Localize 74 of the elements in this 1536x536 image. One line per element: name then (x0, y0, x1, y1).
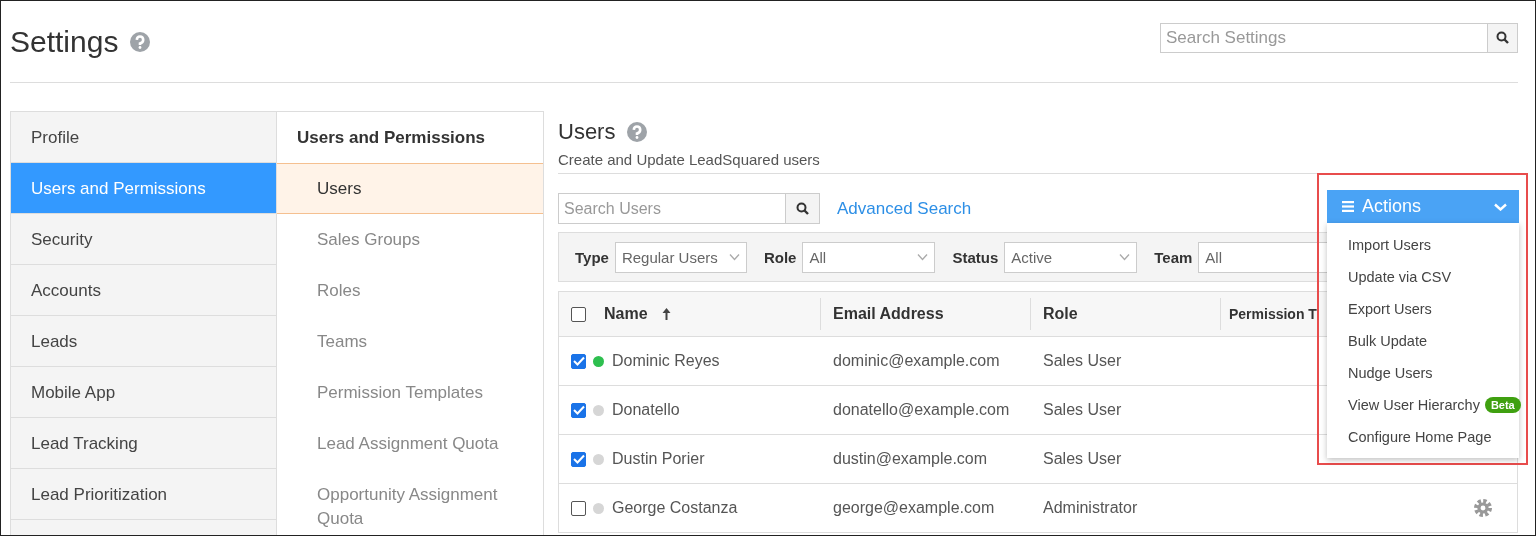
checkbox[interactable] (571, 402, 586, 418)
section-heading: Users and Permissions (296, 127, 487, 149)
user-email: dustin@example.com (833, 450, 988, 468)
chevron-down-icon (917, 253, 929, 261)
user-email: donatello@example.com (833, 401, 1010, 419)
column-header[interactable]: Name (604, 305, 648, 323)
chevron-down-icon (1119, 253, 1131, 261)
user-name: Dominic Reyes (612, 352, 720, 370)
menu-item[interactable]: Nudge Users (1348, 365, 1433, 381)
menu-item[interactable]: Bulk Update (1348, 333, 1427, 349)
subnav-item[interactable]: Permission Templates (277, 367, 543, 418)
user-name: George Costanza (612, 499, 738, 517)
advanced-search-link[interactable]: Advanced Search (837, 198, 972, 219)
filter-label: Status (952, 248, 999, 266)
column-header[interactable]: Email Address (833, 305, 944, 323)
menu-icon (1342, 201, 1354, 212)
menu-item[interactable]: View User Hierarchy (1348, 397, 1480, 413)
beta-badge: Beta (1484, 397, 1521, 413)
user-role: Sales User (1043, 450, 1122, 468)
dropdown-value: All (1205, 248, 1222, 266)
column-header[interactable]: Permission T (1229, 306, 1317, 322)
nav-item[interactable]: Leads (11, 316, 276, 367)
dropdown[interactable]: Regular Users (614, 241, 747, 273)
dropdown[interactable]: All (802, 241, 936, 273)
help-icon (130, 31, 151, 52)
check-icon (572, 356, 585, 366)
section-subtitle: Create and Update LeadSquared users (558, 151, 821, 168)
dropdown-value: All (809, 248, 827, 266)
nav-item[interactable]: Accounts (11, 265, 276, 316)
user-role: Sales User (1043, 352, 1122, 370)
help-icon (627, 122, 648, 142)
subnav-item[interactable]: Opportunity Assignment Quota (277, 469, 543, 535)
user-email: george@example.com (833, 499, 995, 517)
page-title: Settings (10, 24, 119, 59)
subnav-item[interactable]: Sales Groups (277, 214, 543, 265)
checkbox[interactable] (571, 451, 586, 467)
dropdown[interactable]: Active (1004, 241, 1138, 273)
checkbox[interactable] (571, 353, 586, 369)
search-icon (796, 202, 809, 215)
filter-label: Team (1154, 248, 1193, 266)
chevron-down-icon (1494, 202, 1507, 211)
dropdown-value: Regular Users (621, 248, 718, 266)
column-header[interactable]: Role (1043, 305, 1078, 323)
settings-icon[interactable] (1472, 497, 1494, 519)
filter-label: Type (575, 248, 609, 266)
menu-item[interactable]: Update via CSV (1348, 269, 1452, 285)
nav-item[interactable]: Lead Prioritization (11, 469, 276, 520)
subnav-item[interactable]: Roles (277, 265, 543, 316)
menu-item[interactable]: Import Users (1348, 237, 1431, 253)
check-icon (572, 454, 585, 464)
check-icon (572, 405, 585, 415)
chevron-down-icon (728, 253, 740, 261)
checkbox[interactable] (571, 500, 586, 516)
user-name: Donatello (612, 401, 680, 419)
subnav-item[interactable]: Teams (277, 316, 543, 367)
subnav-item[interactable]: Users (277, 163, 543, 214)
nav-item[interactable]: Mobile App (11, 367, 276, 418)
user-name: Dustin Porier (612, 450, 705, 468)
menu-item[interactable]: Configure Home Page (1348, 429, 1492, 445)
search-button[interactable] (785, 194, 819, 223)
user-role: Administrator (1043, 499, 1138, 517)
search-field[interactable]: Search Users (558, 193, 820, 224)
section-title: Users (558, 119, 616, 145)
dropdown-value: Active (1011, 248, 1053, 266)
checkbox[interactable] (571, 306, 586, 322)
nav-item[interactable]: Lead Tracking (11, 418, 276, 469)
subnav-item[interactable]: Lead Assignment Quota (277, 418, 543, 469)
filter-label: Role (763, 248, 797, 266)
user-email: dominic@example.com (833, 352, 1000, 370)
menu-item[interactable]: Export Users (1348, 301, 1432, 317)
nav-item[interactable]: Security (11, 214, 276, 265)
user-role: Sales User (1043, 401, 1122, 419)
search-icon (1496, 31, 1509, 44)
search-button[interactable] (1487, 23, 1517, 52)
